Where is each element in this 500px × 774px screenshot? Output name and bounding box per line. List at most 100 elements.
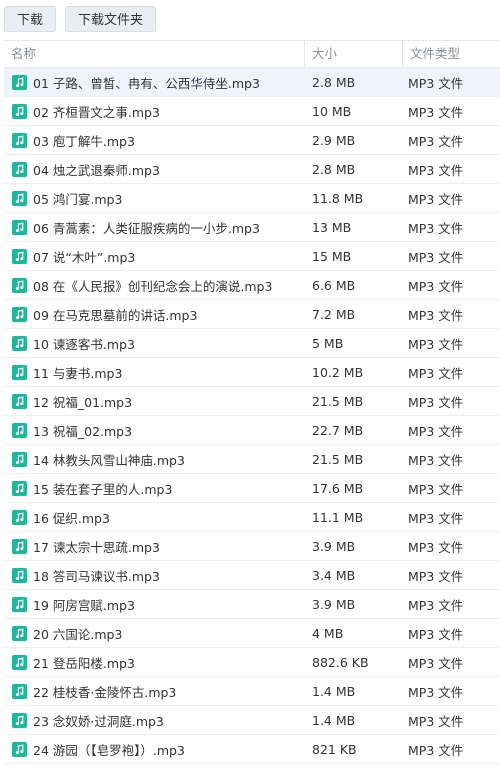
music-note-icon [12,596,27,612]
music-note-icon [12,625,27,641]
file-size: 3.9 MB [312,538,356,554]
table-row[interactable]: 06 青蒿素：人类征服疾病的一小步.mp3 13 MB MP3 文件 [4,213,500,242]
music-note-icon [12,335,27,351]
file-name[interactable]: 24 游园（【皂罗袍】）.mp3 [33,740,185,759]
file-name-cell: 03 庖丁解牛.mp3 [4,131,304,150]
download-button[interactable]: 下载 [4,6,57,32]
music-note-icon [12,538,27,554]
file-name[interactable]: 11 与妻书.mp3 [33,363,122,382]
download-folder-button[interactable]: 下载文件夹 [65,6,157,32]
music-note-icon [12,480,27,496]
table-row[interactable]: 04 烛之武退秦师.mp3 2.8 MB MP3 文件 [4,155,500,184]
music-note-icon [12,567,27,583]
file-name[interactable]: 03 庖丁解牛.mp3 [33,131,135,150]
table-header: 名称 大小 文件类型 [4,40,500,68]
file-size: 3.4 MB [312,567,356,583]
file-name[interactable]: 10 谏逐客书.mp3 [33,334,135,353]
music-note-icon [12,277,27,293]
music-note-icon [12,364,27,380]
file-name-cell: 23 念奴娇·过洞庭.mp3 [4,711,304,730]
table-row[interactable]: 01 子路、曾皙、冉有、公西华侍坐.mp3 2.8 MB MP3 文件 [4,68,500,97]
file-type: MP3 文件 [408,597,464,613]
table-row[interactable]: 20 六国论.mp3 4 MB MP3 文件 [4,619,500,648]
file-name[interactable]: 21 登岳阳楼.mp3 [33,653,135,672]
column-header-type[interactable]: 文件类型 [402,41,500,67]
table-row[interactable]: 21 登岳阳楼.mp3 882.6 KB MP3 文件 [4,648,500,677]
file-size: 17.6 MB [312,480,364,496]
table-row[interactable]: 12 祝福_01.mp3 21.5 MB MP3 文件 [4,387,500,416]
file-type: MP3 文件 [408,220,464,236]
file-type: MP3 文件 [408,307,464,323]
file-name-cell: 18 答司马谏议书.mp3 [4,566,304,585]
file-name-cell: 08 在《人民报》创刊纪念会上的演说.mp3 [4,276,304,295]
table-row[interactable]: 23 念奴娇·过洞庭.mp3 1.4 MB MP3 文件 [4,706,500,735]
music-note-icon [12,161,27,177]
file-name-cell: 20 六国论.mp3 [4,624,304,643]
file-type: MP3 文件 [408,684,464,700]
file-name[interactable]: 04 烛之武退秦师.mp3 [33,160,160,179]
music-note-icon [12,683,27,699]
table-row[interactable]: 11 与妻书.mp3 10.2 MB MP3 文件 [4,358,500,387]
file-name[interactable]: 22 桂枝香·金陵怀古.mp3 [33,682,176,701]
file-name[interactable]: 15 装在套子里的人.mp3 [33,479,172,498]
table-row[interactable]: 24 游园（【皂罗袍】）.mp3 821 KB MP3 文件 [4,735,500,764]
table-row[interactable]: 03 庖丁解牛.mp3 2.9 MB MP3 文件 [4,126,500,155]
file-name[interactable]: 17 谏太宗十思疏.mp3 [33,537,160,556]
file-name-cell: 04 烛之武退秦师.mp3 [4,160,304,179]
table-row[interactable]: 19 阿房宫赋.mp3 3.9 MB MP3 文件 [4,590,500,619]
file-size: 21.5 MB [312,393,364,409]
file-name-cell: 13 祝福_02.mp3 [4,421,304,440]
table-row[interactable]: 05 鸿门宴.mp3 11.8 MB MP3 文件 [4,184,500,213]
file-name-cell: 16 促织.mp3 [4,508,304,527]
file-name-cell: 24 游园（【皂罗袍】）.mp3 [4,740,304,759]
table-row[interactable]: 10 谏逐客书.mp3 5 MB MP3 文件 [4,329,500,358]
file-type: MP3 文件 [408,423,464,439]
file-name-cell: 09 在马克思墓前的讲话.mp3 [4,305,304,324]
file-size: 11.8 MB [312,190,364,206]
file-name[interactable]: 07 说“木叶”.mp3 [33,247,135,266]
file-table: 名称 大小 文件类型 01 子路、曾皙、冉有、公西华侍坐.mp3 2.8 MB MP… [4,40,500,764]
table-row[interactable]: 15 装在套子里的人.mp3 17.6 MB MP3 文件 [4,474,500,503]
file-type: MP3 文件 [408,713,464,729]
file-type: MP3 文件 [408,104,464,120]
music-note-icon [12,190,27,206]
file-type: MP3 文件 [408,249,464,265]
music-note-icon [12,509,27,525]
file-name[interactable]: 14 林教头风雪山神庙.mp3 [33,450,185,469]
file-name[interactable]: 06 青蒿素：人类征服疾病的一小步.mp3 [33,218,260,237]
file-name[interactable]: 08 在《人民报》创刊纪念会上的演说.mp3 [33,276,272,295]
file-name[interactable]: 13 祝福_02.mp3 [33,421,132,440]
file-type: MP3 文件 [408,394,464,410]
table-row[interactable]: 02 齐桓晋文之事.mp3 10 MB MP3 文件 [4,97,500,126]
table-row[interactable]: 16 促织.mp3 11.1 MB MP3 文件 [4,503,500,532]
file-name[interactable]: 19 阿房宫赋.mp3 [33,595,135,614]
file-size: 4 MB [312,625,344,641]
file-size: 22.7 MB [312,422,364,438]
table-row[interactable]: 09 在马克思墓前的讲话.mp3 7.2 MB MP3 文件 [4,300,500,329]
column-header-name[interactable]: 名称 [4,41,304,67]
file-name[interactable]: 20 六国论.mp3 [33,624,122,643]
file-name[interactable]: 16 促织.mp3 [33,508,110,527]
table-row[interactable]: 18 答司马谏议书.mp3 3.4 MB MP3 文件 [4,561,500,590]
table-row[interactable]: 08 在《人民报》创刊纪念会上的演说.mp3 6.6 MB MP3 文件 [4,271,500,300]
file-name[interactable]: 02 齐桓晋文之事.mp3 [33,102,160,121]
file-name[interactable]: 09 在马克思墓前的讲话.mp3 [33,305,197,324]
table-row[interactable]: 17 谏太宗十思疏.mp3 3.9 MB MP3 文件 [4,532,500,561]
music-note-icon [12,451,27,467]
music-note-icon [12,74,27,90]
column-header-size[interactable]: 大小 [304,41,402,67]
file-name[interactable]: 12 祝福_01.mp3 [33,392,132,411]
file-name[interactable]: 01 子路、曾皙、冉有、公西华侍坐.mp3 [33,73,260,92]
file-name[interactable]: 05 鸿门宴.mp3 [33,189,122,208]
table-row[interactable]: 14 林教头风雪山神庙.mp3 21.5 MB MP3 文件 [4,445,500,474]
table-row[interactable]: 07 说“木叶”.mp3 15 MB MP3 文件 [4,242,500,271]
file-size: 2.8 MB [312,74,356,90]
music-note-icon [12,422,27,438]
file-name-cell: 19 阿房宫赋.mp3 [4,595,304,614]
file-name[interactable]: 23 念奴娇·过洞庭.mp3 [33,711,164,730]
music-note-icon [12,712,27,728]
table-row[interactable]: 22 桂枝香·金陵怀古.mp3 1.4 MB MP3 文件 [4,677,500,706]
file-size: 15 MB [312,248,352,264]
file-name[interactable]: 18 答司马谏议书.mp3 [33,566,160,585]
table-row[interactable]: 13 祝福_02.mp3 22.7 MB MP3 文件 [4,416,500,445]
